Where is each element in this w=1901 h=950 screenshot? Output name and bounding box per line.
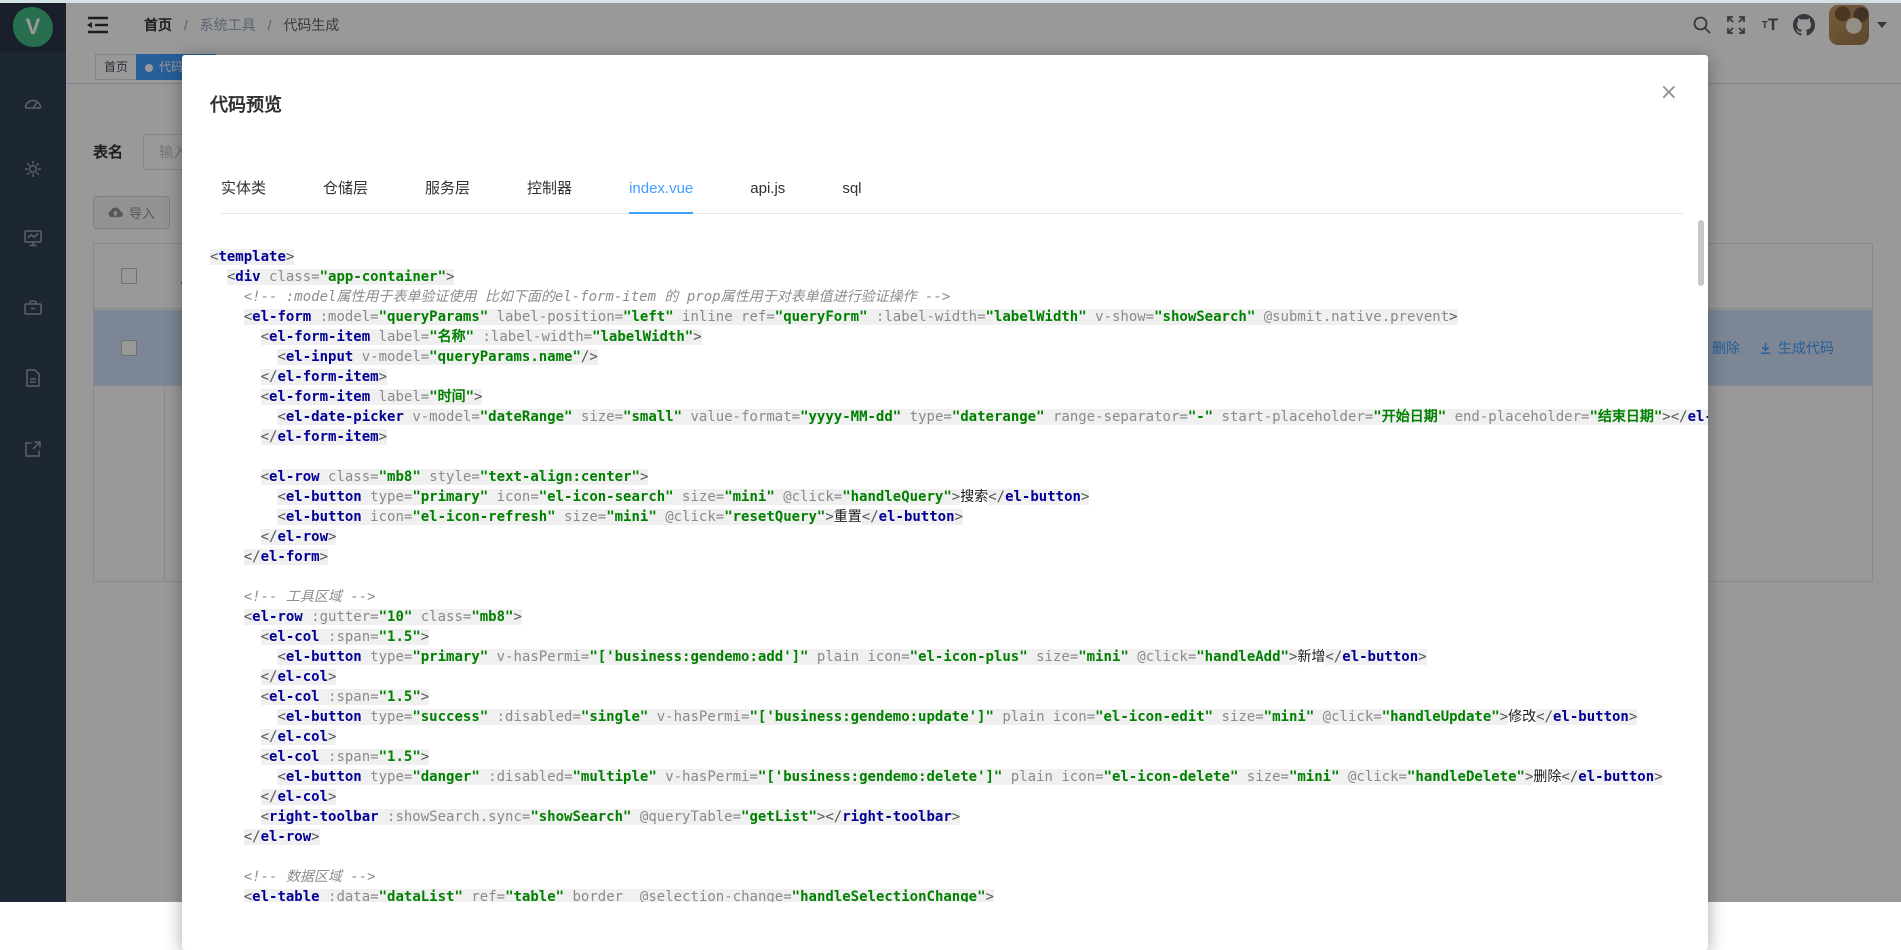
code-block: <template> <div class="app-container"> <… [182,247,1708,902]
modal-scrollbar-thumb[interactable] [1698,220,1704,286]
tab-repository-layer[interactable]: 仓储层 [323,180,368,213]
code-preview-tabs: 实体类 仓储层 服务层 控制器 index.vue api.js sql [221,180,1683,214]
close-icon[interactable]: × [1660,85,1678,101]
tab-controller[interactable]: 控制器 [527,180,572,213]
tab-service-layer[interactable]: 服务层 [425,180,470,213]
dialog-title: 代码预览 [182,55,1708,117]
tab-index-vue[interactable]: index.vue [629,180,693,214]
tab-sql[interactable]: sql [842,180,861,213]
tab-entity-class[interactable]: 实体类 [221,180,266,213]
window-top-edge [0,0,1901,3]
tab-api-js[interactable]: api.js [750,180,785,213]
code-preview-dialog: 代码预览 × 实体类 仓储层 服务层 控制器 index.vue api.js … [182,55,1708,950]
